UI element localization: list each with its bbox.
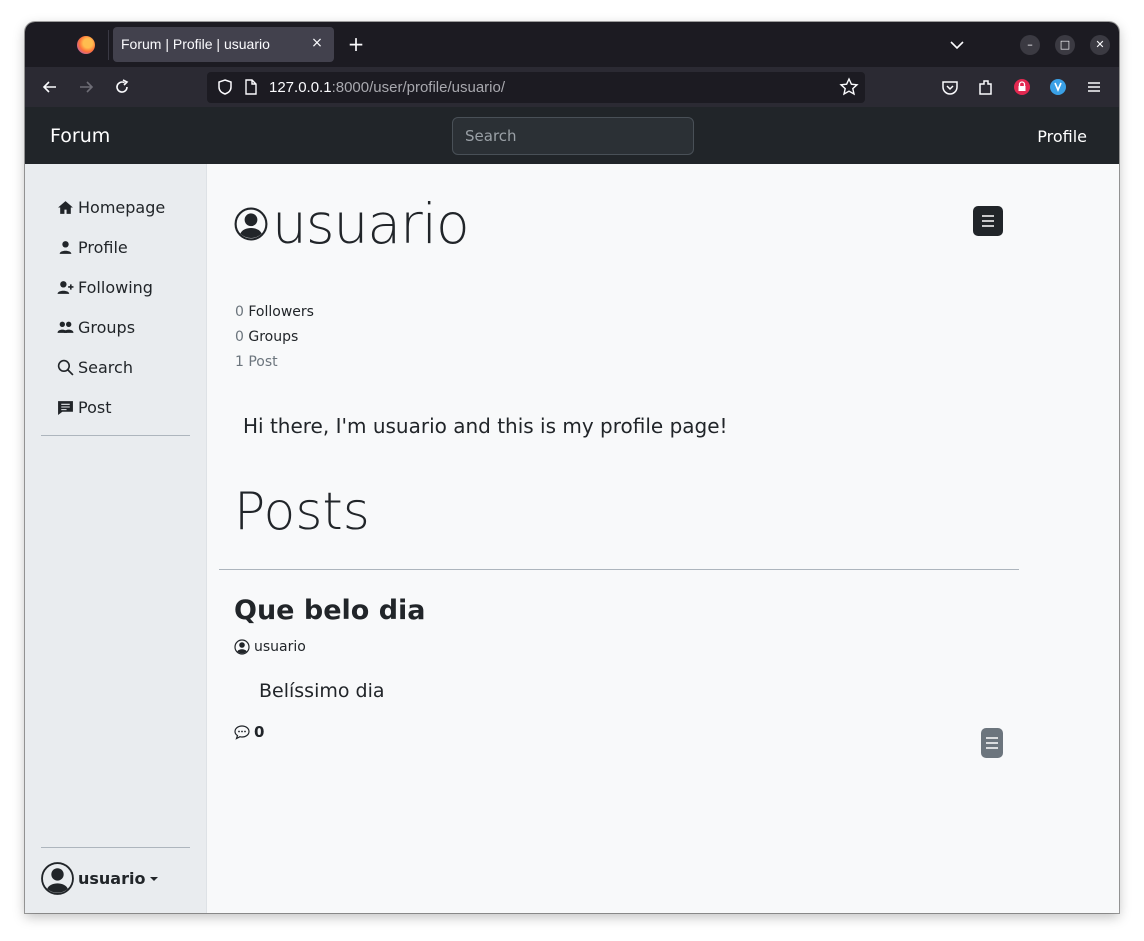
browser-window: Forum | Profile | usuario × + – □ ✕ 127.… bbox=[25, 22, 1119, 913]
profile-bio: Hi there, I'm usuario and this is my pro… bbox=[243, 414, 728, 438]
shield-icon[interactable] bbox=[215, 77, 235, 97]
tab-list-chevron-icon[interactable] bbox=[946, 34, 968, 56]
tab-strip: Forum | Profile | usuario × + – □ ✕ bbox=[25, 22, 1119, 67]
new-tab-button[interactable]: + bbox=[345, 33, 367, 55]
sidebar-item-post[interactable]: Post bbox=[57, 395, 111, 419]
url-text: 127.0.0.1:8000/user/profile/usuario/ bbox=[269, 79, 505, 96]
profile-username: usuario bbox=[272, 192, 470, 256]
url-bar[interactable]: 127.0.0.1:8000/user/profile/usuario/ bbox=[207, 72, 865, 103]
sidebar-item-label: Profile bbox=[78, 237, 128, 257]
web-page: Forum Profile Homepage Profile Following… bbox=[25, 107, 1119, 913]
post-author[interactable]: usuario bbox=[234, 639, 306, 655]
sidebar-item-following[interactable]: Following bbox=[57, 275, 153, 299]
site-brand[interactable]: Forum bbox=[50, 125, 110, 147]
followers-stat[interactable]: 0 Followers bbox=[235, 300, 314, 325]
forward-arrow-icon[interactable] bbox=[75, 76, 97, 98]
lock-extension-icon[interactable] bbox=[1011, 76, 1033, 98]
house-icon bbox=[58, 200, 73, 214]
profile-header: usuario bbox=[234, 192, 470, 256]
user-dropdown[interactable]: usuario bbox=[41, 862, 159, 895]
sidebar-item-homepage[interactable]: Homepage bbox=[57, 195, 165, 219]
close-window-button[interactable]: ✕ bbox=[1090, 35, 1110, 55]
comment-count: 0 bbox=[254, 723, 265, 741]
extensions-puzzle-icon[interactable] bbox=[975, 76, 997, 98]
post-comments[interactable]: 0 bbox=[234, 723, 264, 741]
site-navbar: Forum Profile bbox=[25, 107, 1119, 164]
sidebar-item-label: Homepage bbox=[78, 197, 166, 217]
sidebar-divider bbox=[41, 847, 190, 848]
vpn-extension-icon[interactable] bbox=[1047, 76, 1069, 98]
sidebar: Homepage Profile Following Groups Search… bbox=[25, 164, 207, 913]
tab-title: Forum | Profile | usuario bbox=[121, 36, 270, 52]
app-menu-icon[interactable] bbox=[1083, 76, 1105, 98]
caret-down-icon bbox=[150, 876, 159, 881]
sidebar-item-search[interactable]: Search bbox=[57, 355, 133, 379]
followers-count: 0 bbox=[235, 304, 244, 320]
post-title[interactable]: Que belo dia bbox=[234, 595, 426, 626]
reload-icon[interactable] bbox=[111, 76, 133, 98]
tab-close-icon[interactable]: × bbox=[308, 34, 326, 52]
browser-tab-active[interactable]: Forum | Profile | usuario × bbox=[113, 27, 334, 62]
pocket-icon[interactable] bbox=[939, 76, 961, 98]
chat-dots-icon bbox=[234, 725, 250, 740]
groups-count: 0 bbox=[235, 329, 244, 345]
sidebar-item-label: Search bbox=[78, 357, 133, 377]
people-icon bbox=[57, 321, 74, 333]
browser-navbar: 127.0.0.1:8000/user/profile/usuario/ bbox=[25, 67, 1119, 107]
post-options-button[interactable] bbox=[981, 728, 1003, 758]
posts-stat: 1 Post bbox=[235, 354, 278, 370]
page-icon bbox=[242, 78, 260, 96]
sidebar-item-label: Following bbox=[78, 277, 153, 297]
url-path: :8000/user/profile/usuario/ bbox=[331, 79, 505, 96]
groups-stat[interactable]: 0 Groups bbox=[235, 325, 314, 350]
bookmark-star-icon[interactable] bbox=[839, 77, 859, 97]
post-author-name: usuario bbox=[254, 639, 306, 655]
user-name: usuario bbox=[78, 869, 146, 888]
maximize-button[interactable]: □ bbox=[1055, 35, 1075, 55]
person-icon bbox=[59, 240, 72, 254]
avatar bbox=[41, 862, 74, 895]
tab-separator bbox=[108, 30, 109, 60]
sidebar-item-label: Groups bbox=[78, 317, 136, 337]
minimize-button[interactable]: – bbox=[1020, 35, 1040, 55]
posts-divider bbox=[219, 569, 1019, 570]
firefox-icon bbox=[77, 36, 95, 54]
list-icon bbox=[982, 215, 994, 227]
person-plus-icon bbox=[57, 280, 74, 294]
followers-label: Followers bbox=[248, 304, 314, 320]
profile-nav-link[interactable]: Profile bbox=[1037, 127, 1087, 146]
groups-label: Groups bbox=[248, 329, 299, 345]
person-circle-icon bbox=[234, 207, 268, 241]
sidebar-item-label: Post bbox=[78, 397, 112, 417]
sidebar-divider bbox=[41, 435, 190, 436]
list-icon bbox=[986, 737, 998, 749]
back-arrow-icon[interactable] bbox=[39, 76, 61, 98]
chat-square-icon bbox=[58, 400, 73, 415]
sidebar-item-groups[interactable]: Groups bbox=[57, 315, 135, 339]
post-body: Belíssimo dia bbox=[259, 680, 385, 702]
url-host: 127.0.0.1 bbox=[269, 79, 332, 96]
posts-heading: Posts bbox=[234, 482, 370, 542]
profile-stats: 0 Followers 0 Groups 1 Post bbox=[235, 300, 314, 375]
person-circle-icon bbox=[234, 639, 250, 655]
search-icon bbox=[57, 359, 74, 376]
profile-options-button[interactable] bbox=[973, 206, 1003, 236]
sidebar-item-profile[interactable]: Profile bbox=[57, 235, 128, 259]
search-input[interactable] bbox=[452, 117, 694, 155]
main-content: usuario 0 Followers 0 Groups 1 Post Hi t… bbox=[208, 164, 1119, 913]
